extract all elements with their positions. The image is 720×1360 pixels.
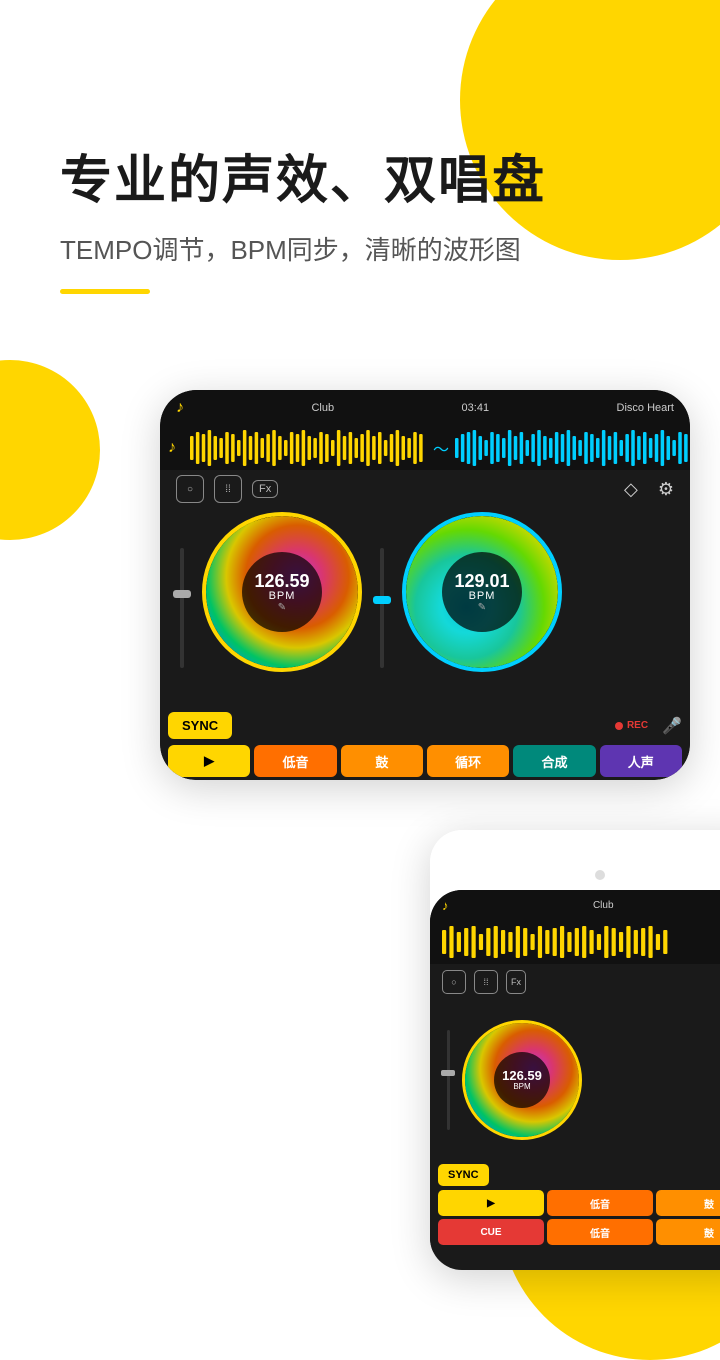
center-fader[interactable]: [368, 512, 396, 704]
small-waveform: [430, 920, 720, 964]
small-pad-row-2: CUE 低音 鼓: [438, 1219, 720, 1245]
settings-icon: ⚙: [658, 479, 674, 500]
dj-decks: 126.59 BPM ✎: [160, 508, 690, 708]
microphone-icon[interactable]: 🎤: [662, 716, 682, 736]
small-fx-button[interactable]: Fx: [506, 970, 526, 994]
left-turntable-center: 126.59 BPM ✎: [242, 552, 322, 632]
blob-left-middle: [0, 360, 100, 540]
track-name-2: Club: [593, 900, 614, 911]
left-fader-track: [180, 548, 184, 668]
left-turntable[interactable]: 126.59 BPM ✎: [202, 512, 362, 672]
pad-drum-1[interactable]: 鼓: [341, 745, 423, 777]
small-pad-drum[interactable]: 鼓: [656, 1190, 720, 1216]
rec-dot: [615, 722, 623, 730]
waveform-right: 〜: [425, 426, 690, 470]
dj-interface-2: ♪ Club: [430, 890, 720, 1270]
phone-mockup: ♪ Club 03:41 Disco Heart ♪: [160, 390, 690, 780]
small-turntable-center: 126.59 BPM: [494, 1052, 550, 1108]
sync-row: SYNC REC 🎤: [168, 712, 682, 739]
left-turntable-outer: 126.59 BPM ✎: [202, 512, 362, 672]
small-pad-drum-2[interactable]: 鼓: [656, 1219, 720, 1245]
track-name-left: Club: [311, 402, 334, 414]
dj-controls-row: ○ ⁞⁞ Fx ◇ ⚙: [160, 470, 690, 508]
small-pad-bass[interactable]: 低音: [547, 1190, 653, 1216]
left-bpm-label: BPM: [269, 590, 296, 602]
right-bpm-value: 129.01: [454, 572, 509, 590]
main-title: 专业的声效、双唱盘: [60, 150, 546, 212]
small-fader-track: [447, 1030, 450, 1130]
music-note-waveform-icon: ♪: [168, 439, 176, 457]
music-note-icon-2: ♪: [442, 898, 449, 913]
small-pad-play[interactable]: ▶: [438, 1190, 544, 1216]
dj-topbar: ♪ Club 03:41 Disco Heart: [160, 390, 690, 426]
left-fader[interactable]: [168, 512, 196, 704]
pad-synth-1[interactable]: 合成: [513, 745, 595, 777]
small-turntable[interactable]: 126.59 BPM: [462, 1020, 582, 1140]
small-pad-row-1: ▶ 低音 鼓: [438, 1190, 720, 1216]
dj-waveforms: ♪: [160, 426, 690, 470]
underline-bar: [60, 289, 150, 294]
music-note-icon: ♪: [176, 399, 184, 417]
dj-interface: ♪ Club 03:41 Disco Heart ♪: [160, 390, 690, 780]
left-bpm-edit-icon: ✎: [278, 602, 286, 613]
pad-play[interactable]: ▶: [168, 745, 250, 777]
pad-vocal-1[interactable]: 人声: [600, 745, 682, 777]
right-turntable-outer: 129.01 BPM ✎: [402, 512, 562, 672]
sub-title: TEMPO调节，BPM同步，清晰的波形图: [60, 230, 546, 267]
small-eq-button[interactable]: ○: [442, 970, 466, 994]
small-fader[interactable]: [438, 1030, 458, 1130]
left-bpm-value: 126.59: [254, 572, 309, 590]
eq-circle-button[interactable]: ○: [176, 475, 204, 503]
small-waveform-svg: [442, 922, 720, 962]
small-pad-bass-2[interactable]: 低音: [547, 1219, 653, 1245]
waveform-left-svg: [190, 426, 425, 470]
rec-label: REC: [627, 720, 648, 731]
diamond-icon: ◇: [624, 479, 638, 500]
small-bpm-label: BPM: [513, 1082, 530, 1091]
left-fader-thumb: [173, 590, 191, 598]
phone-mockup-2: ♪ Club: [430, 830, 720, 1270]
pulse-icon: 〜: [433, 436, 449, 460]
dj-bottom: SYNC REC 🎤 ▶ 低音 鼓 循环 合成 人声: [160, 708, 690, 780]
phone2-white-top: [430, 830, 720, 890]
small-sync-button[interactable]: SYNC: [438, 1164, 489, 1186]
rec-indicator: REC: [615, 720, 648, 731]
center-fader-track: [380, 548, 384, 668]
small-mixer-button[interactable]: ⁞⁞: [474, 970, 498, 994]
small-bottom: SYNC ▶ 低音 鼓 CUE 低音 鼓: [430, 1160, 720, 1252]
track-name-right: Disco Heart: [617, 402, 674, 414]
right-turntable-center: 129.01 BPM ✎: [442, 552, 522, 632]
mixer-button[interactable]: ⁞⁞: [214, 475, 242, 503]
phone-mockup-container: ♪ Club 03:41 Disco Heart ♪: [160, 390, 690, 790]
small-bpm-value: 126.59: [502, 1069, 542, 1082]
waveform-left: ♪: [160, 426, 425, 470]
small-pad-cue[interactable]: CUE: [438, 1219, 544, 1245]
pad-row-1: ▶ 低音 鼓 循环 合成 人声: [168, 745, 682, 777]
dj-time: 03:41: [462, 402, 490, 414]
right-turntable[interactable]: 129.01 BPM ✎: [402, 512, 562, 672]
sync-button[interactable]: SYNC: [168, 712, 232, 739]
pad-loop-1[interactable]: 循环: [427, 745, 509, 777]
right-bpm-edit-icon: ✎: [478, 602, 486, 613]
pad-bass-1[interactable]: 低音: [254, 745, 336, 777]
fx-button[interactable]: Fx: [252, 480, 278, 498]
small-decks: 126.59 BPM: [430, 1000, 720, 1160]
small-sync-row: SYNC: [438, 1164, 720, 1186]
text-section: 专业的声效、双唱盘 TEMPO调节，BPM同步，清晰的波形图: [60, 150, 546, 294]
small-fader-thumb: [441, 1070, 455, 1076]
right-bpm-label: BPM: [469, 590, 496, 602]
small-controls: ○ ⁞⁞ Fx: [430, 964, 720, 1000]
phone-mockup-2-container: ♪ Club: [430, 830, 720, 1270]
waveform-right-svg: [455, 426, 690, 470]
center-fader-thumb: [373, 596, 391, 604]
